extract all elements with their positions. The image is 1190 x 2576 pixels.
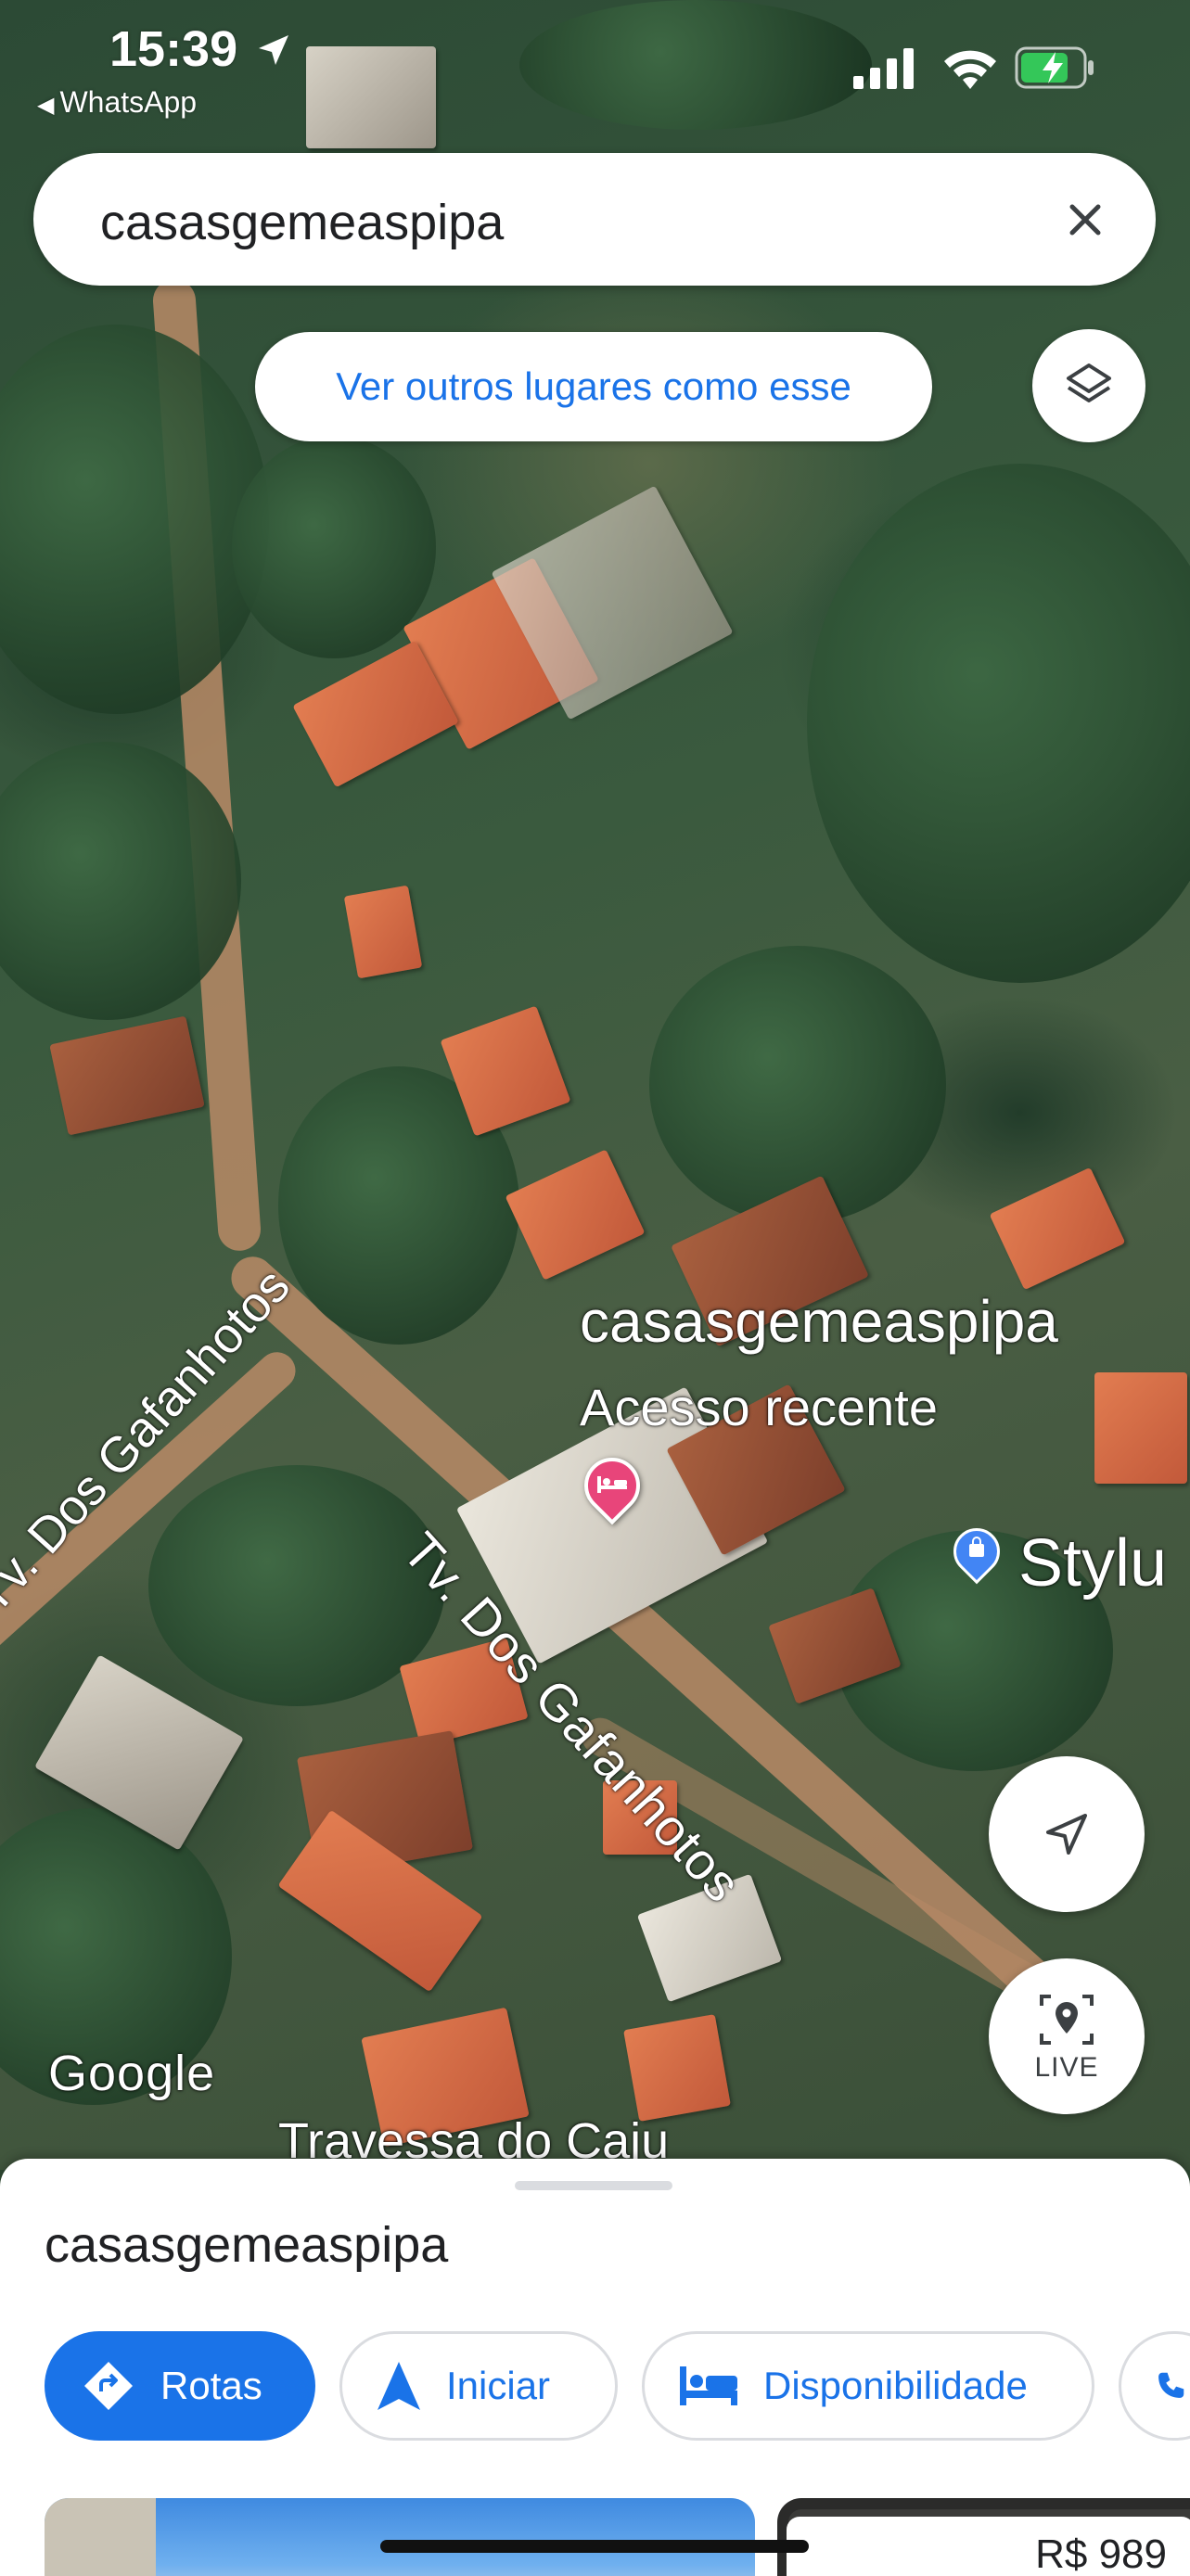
building-roof xyxy=(623,2014,731,2122)
sheet-drag-handle[interactable] xyxy=(515,2181,672,2190)
location-arrow-icon xyxy=(259,35,288,65)
action-buttons-row: Rotas Iniciar Disponibilidade xyxy=(45,2331,1190,2441)
start-label: Iniciar xyxy=(446,2364,551,2407)
close-icon[interactable] xyxy=(1050,185,1120,255)
bed-icon xyxy=(680,2366,737,2405)
place-photos[interactable]: R$ 989 xyxy=(45,2498,1190,2576)
tree-cluster xyxy=(0,325,269,714)
navigation-icon xyxy=(377,2362,420,2410)
directions-icon xyxy=(84,2362,133,2410)
place-title: casasgemeaspipa xyxy=(45,2217,449,2273)
place-name-label[interactable]: casasgemeaspipa xyxy=(580,1287,1058,1356)
live-view-button[interactable]: LIVE xyxy=(989,1958,1145,2114)
tree-cluster xyxy=(649,946,946,1224)
tree-cluster xyxy=(807,464,1190,983)
call-button[interactable] xyxy=(1119,2331,1190,2441)
availability-label: Disponibilidade xyxy=(763,2364,1028,2407)
nearby-place-label[interactable]: Stylu xyxy=(1018,1525,1167,1601)
place-bottom-sheet[interactable]: casasgemeaspipa Rotas Iniciar Disponibil… xyxy=(0,2159,1190,2576)
back-to-app-link[interactable]: ◀ WhatsApp xyxy=(37,85,197,120)
layers-icon xyxy=(1067,363,1111,402)
directions-label: Rotas xyxy=(160,2364,262,2407)
back-chevron-icon: ◀ xyxy=(37,93,55,118)
place-photo[interactable] xyxy=(45,2498,755,2576)
home-indicator[interactable] xyxy=(380,2540,809,2553)
back-app-label: WhatsApp xyxy=(59,85,198,119)
similar-places-chip[interactable]: Ver outros lugares como esse xyxy=(255,332,932,441)
search-bar[interactable]: casasgemeaspipa xyxy=(33,153,1156,286)
place-subtitle-label: Acesso recente xyxy=(580,1378,938,1436)
status-time: 15:39 xyxy=(109,21,238,77)
availability-button[interactable]: Disponibilidade xyxy=(642,2331,1094,2441)
hotel-bed-icon xyxy=(595,1473,629,1495)
building-roof xyxy=(49,1015,205,1136)
building-roof xyxy=(343,885,423,979)
building-roof xyxy=(989,1167,1126,1291)
shopping-bag-icon xyxy=(965,1536,989,1560)
live-view-icon xyxy=(1040,1995,1094,2045)
phone-icon xyxy=(1158,2372,1184,2398)
navigation-arrow-icon xyxy=(1046,1814,1087,1855)
cellular-signal-icon xyxy=(853,48,914,89)
battery-charging-icon xyxy=(1015,46,1094,89)
my-location-button[interactable] xyxy=(989,1756,1145,1912)
start-navigation-button[interactable]: Iniciar xyxy=(339,2331,618,2441)
wifi-icon xyxy=(944,50,996,89)
building-roof xyxy=(505,1149,646,1281)
price-label: R$ 989 xyxy=(787,2517,1190,2576)
directions-button[interactable]: Rotas xyxy=(45,2331,315,2441)
live-label: LIVE xyxy=(1034,2052,1099,2083)
search-input[interactable]: casasgemeaspipa xyxy=(100,194,504,251)
layers-button[interactable] xyxy=(1032,329,1145,442)
building-roof xyxy=(1094,1372,1187,1484)
status-bar: 15:39 ◀ WhatsApp xyxy=(0,0,1190,130)
google-logo: Google xyxy=(48,2046,216,2101)
